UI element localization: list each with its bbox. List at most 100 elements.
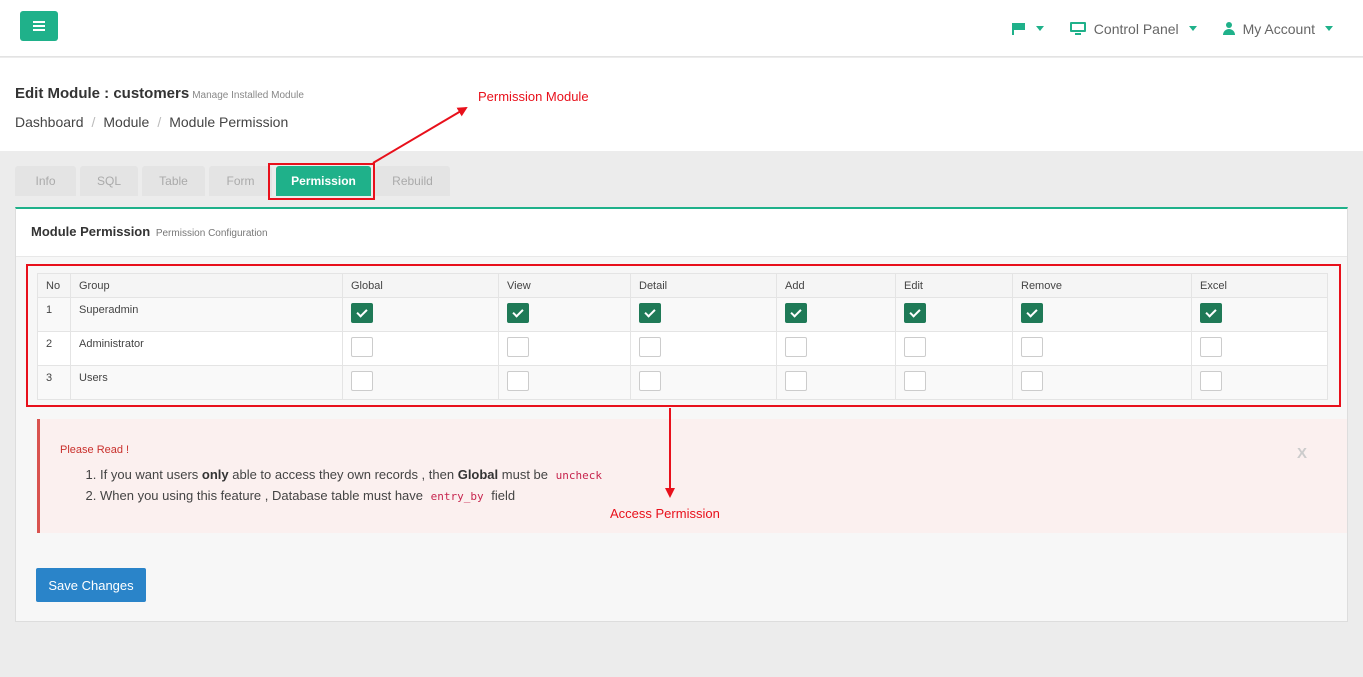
- cell-detail: [630, 365, 777, 400]
- column-header-excel: Excel: [1191, 273, 1328, 298]
- view-checkbox[interactable]: [507, 371, 529, 391]
- cell-add: [776, 331, 896, 366]
- permission-panel: Module Permission Permission Configurati…: [15, 207, 1348, 622]
- column-header-no: No: [37, 273, 71, 298]
- cell-no: 1: [37, 297, 71, 332]
- page-title: Edit Module : customers Manage Installed …: [15, 85, 304, 102]
- page-header: Edit Module : customers Manage Installed …: [0, 58, 1363, 151]
- excel-checkbox[interactable]: [1200, 337, 1222, 357]
- hamburger-icon: [33, 21, 45, 31]
- alert-bold: only: [201, 467, 229, 482]
- column-header-remove: Remove: [1012, 273, 1192, 298]
- alert-text: able to access they own records , then: [228, 467, 458, 482]
- breadcrumb: Dashboard / Module / Module Permission: [15, 114, 288, 130]
- column-header-group: Group: [70, 273, 343, 298]
- alert-bold: Global: [457, 467, 499, 482]
- control-panel-label: Control Panel: [1093, 20, 1179, 37]
- detail-checkbox[interactable]: [639, 371, 661, 391]
- chevron-down-icon: [1188, 26, 1197, 31]
- tab-sql[interactable]: SQL: [80, 166, 138, 196]
- chevron-down-icon: [1325, 26, 1333, 31]
- global-checkbox[interactable]: [351, 303, 373, 323]
- remove-checkbox[interactable]: [1021, 337, 1043, 357]
- alert-text: If you want users: [100, 467, 202, 482]
- my-account-label: My Account: [1242, 20, 1315, 37]
- page-subtitle: Manage Installed Module: [192, 90, 304, 101]
- detail-checkbox[interactable]: [639, 337, 661, 357]
- panel-title-text: Module Permission: [31, 224, 151, 239]
- annotation-access-permission: Access Permission: [610, 506, 720, 521]
- user-icon: [1222, 22, 1235, 35]
- navbar-right: Control Panel My Account: [1011, 0, 1333, 57]
- global-checkbox[interactable]: [351, 371, 373, 391]
- cell-no: 3: [37, 365, 71, 400]
- cell-detail: [630, 331, 777, 366]
- column-header-edit: Edit: [895, 273, 1013, 298]
- column-header-detail: Detail: [630, 273, 777, 298]
- table-header-row: No Group Global View Detail Add Edit Rem…: [37, 273, 1328, 298]
- tab-rebuild[interactable]: Rebuild: [375, 166, 450, 196]
- panel-header: Module Permission Permission Configurati…: [16, 209, 1347, 257]
- add-checkbox[interactable]: [785, 337, 807, 357]
- panel-title: Module Permission Permission Configurati…: [31, 224, 268, 239]
- page-title-text: Edit Module : customers: [15, 85, 190, 102]
- cell-detail: [630, 297, 777, 332]
- global-checkbox[interactable]: [351, 337, 373, 357]
- tab-info[interactable]: Info: [15, 166, 76, 196]
- view-checkbox[interactable]: [507, 303, 529, 323]
- cell-group: Users: [70, 365, 343, 400]
- column-header-add: Add: [776, 273, 896, 298]
- cell-global: [342, 297, 499, 332]
- table-row: 1 Superadmin: [37, 297, 1328, 332]
- excel-checkbox[interactable]: [1200, 303, 1222, 323]
- alert-code: uncheck: [555, 469, 602, 482]
- alert-code: entry_by: [430, 490, 484, 503]
- alert-close-button[interactable]: X: [1297, 445, 1307, 462]
- cell-no: 2: [37, 331, 71, 366]
- breadcrumb-module[interactable]: Module: [103, 114, 149, 130]
- control-panel-dropdown[interactable]: Control Panel: [1069, 20, 1197, 37]
- alert-item-2: When you using this feature , Database t…: [100, 486, 606, 507]
- column-header-view: View: [498, 273, 631, 298]
- alert-title: Please Read !: [60, 444, 130, 456]
- table-row: 3 Users: [37, 365, 1328, 400]
- cell-view: [498, 331, 631, 366]
- cell-edit: [895, 331, 1013, 366]
- my-account-dropdown[interactable]: My Account: [1222, 20, 1333, 37]
- add-checkbox[interactable]: [785, 303, 807, 323]
- edit-checkbox[interactable]: [904, 303, 926, 323]
- edit-checkbox[interactable]: [904, 371, 926, 391]
- remove-checkbox[interactable]: [1021, 303, 1043, 323]
- edit-checkbox[interactable]: [904, 337, 926, 357]
- breadcrumb-separator: /: [91, 114, 96, 130]
- cell-excel: [1191, 331, 1328, 366]
- cell-view: [498, 365, 631, 400]
- cell-add: [776, 297, 896, 332]
- add-checkbox[interactable]: [785, 371, 807, 391]
- language-dropdown[interactable]: [1011, 22, 1044, 35]
- top-navbar: Control Panel My Account: [0, 0, 1363, 57]
- annotation-permission-module: Permission Module: [478, 89, 589, 104]
- view-checkbox[interactable]: [507, 337, 529, 357]
- permission-table: No Group Global View Detail Add Edit Rem…: [37, 273, 1328, 400]
- tab-permission[interactable]: Permission: [276, 166, 371, 196]
- module-tabs: Info SQL Table Form Permission Rebuild: [15, 166, 450, 196]
- tab-table[interactable]: Table: [142, 166, 205, 196]
- breadcrumb-current: Module Permission: [169, 114, 289, 130]
- cell-excel: [1191, 297, 1328, 332]
- alert-text: must be: [498, 467, 552, 482]
- detail-checkbox[interactable]: [639, 303, 661, 323]
- alert-list: If you want users only able to access th…: [100, 465, 606, 507]
- cell-edit: [895, 297, 1013, 332]
- excel-checkbox[interactable]: [1200, 371, 1222, 391]
- chevron-down-icon: [1035, 26, 1044, 31]
- alert-item-1: If you want users only able to access th…: [100, 465, 606, 486]
- menu-toggle-button[interactable]: [20, 11, 58, 41]
- cell-remove: [1012, 365, 1192, 400]
- breadcrumb-dashboard[interactable]: Dashboard: [15, 114, 84, 130]
- save-changes-button[interactable]: Save Changes: [36, 568, 146, 602]
- cell-remove: [1012, 331, 1192, 366]
- tab-form[interactable]: Form: [209, 166, 272, 196]
- remove-checkbox[interactable]: [1021, 371, 1043, 391]
- cell-view: [498, 297, 631, 332]
